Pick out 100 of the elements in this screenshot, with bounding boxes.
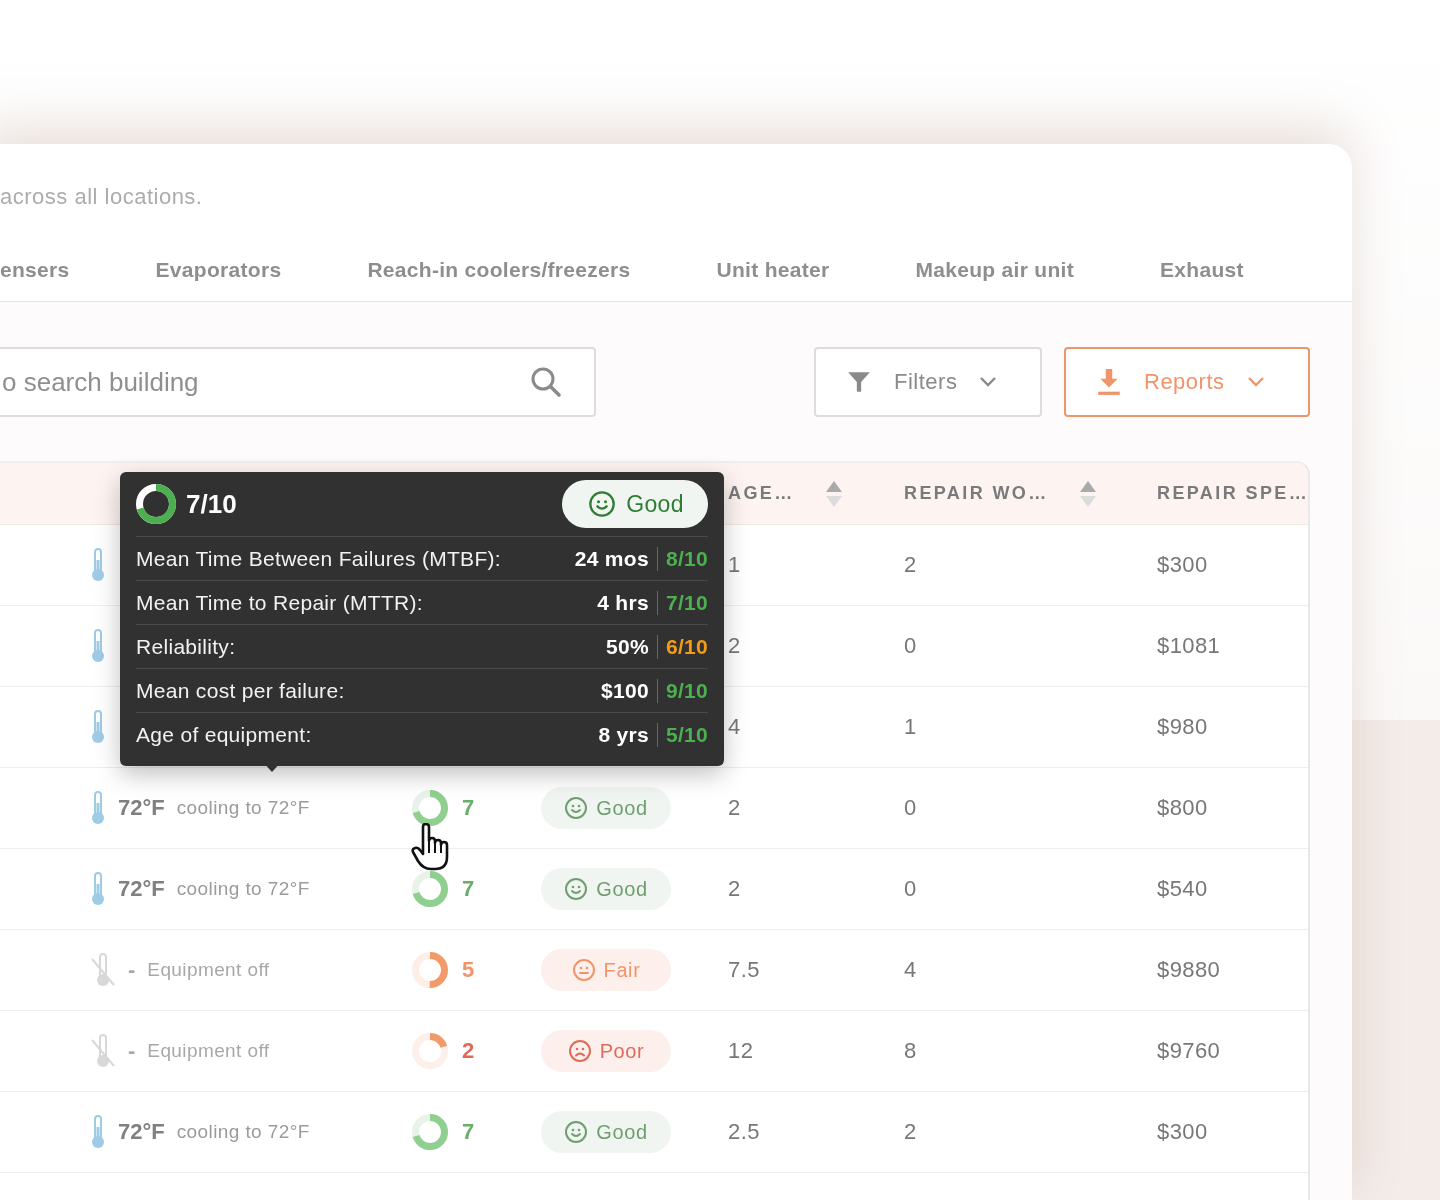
health-badge: Good xyxy=(541,787,671,829)
table-cell-text: $300 xyxy=(1157,1119,1209,1145)
tab[interactable]: Unit heater xyxy=(716,257,830,302)
health-ring xyxy=(412,790,448,826)
table-cell-text: 7.5 xyxy=(728,957,761,983)
thermometer-icon xyxy=(90,872,106,906)
health-badge: Good xyxy=(562,480,708,528)
search-icon xyxy=(530,366,562,398)
tab[interactable]: Exhaust xyxy=(1160,257,1244,302)
status-text: cooling to 72°F xyxy=(176,878,310,900)
metric-label: Mean Time Between Failures (MTBF): xyxy=(136,546,502,571)
chevron-down-icon xyxy=(979,376,998,388)
table-cell-text: 1 xyxy=(728,552,742,578)
table-cell-text: $9880 xyxy=(1157,957,1222,983)
health-badge: Poor xyxy=(541,1030,671,1072)
health-score: 7 xyxy=(462,876,475,902)
column-header[interactable]: REPAIR SPE… xyxy=(1157,483,1310,504)
health-badge: Good xyxy=(541,868,671,910)
table-cell-text: 12 xyxy=(728,1038,755,1064)
health-ring xyxy=(412,871,448,907)
table-cell-text: $1081 xyxy=(1157,633,1222,659)
health-score: 7 xyxy=(462,795,475,821)
status-text: cooling to 72°F xyxy=(176,1121,310,1143)
metric-label: Mean Time to Repair (MTTR): xyxy=(136,590,424,615)
metric-label: Mean cost per failure: xyxy=(136,678,346,703)
table-cell-text: $9760 xyxy=(1157,1038,1222,1064)
metric-score: 9/10 xyxy=(664,678,708,703)
table-cell-text: $980 xyxy=(1157,714,1209,740)
health-ring xyxy=(412,1114,448,1150)
table-cell-text: 8 xyxy=(904,1038,918,1064)
download-icon xyxy=(1096,368,1122,396)
temperature-text: - xyxy=(128,1038,136,1064)
hand-cursor-icon xyxy=(411,823,451,871)
table-cell-text: 0 xyxy=(904,795,918,821)
table-cell-text: 2 xyxy=(728,876,742,902)
health-score: 5 xyxy=(462,957,475,983)
metric-score: 8/10 xyxy=(664,546,708,571)
health-badge: Fair xyxy=(541,949,671,991)
metric-score: 5/10 xyxy=(664,722,708,747)
thermometer-icon xyxy=(90,710,106,744)
thermometer-icon xyxy=(90,1115,106,1149)
filters-button[interactable]: Filters xyxy=(814,347,1042,417)
thermometer-off-icon xyxy=(90,1034,116,1068)
table-cell-text: $540 xyxy=(1157,876,1209,902)
table-cell-text: 2 xyxy=(904,1119,918,1145)
table-cell-text: $300 xyxy=(1157,552,1209,578)
table-cell-text: 4 xyxy=(904,957,918,983)
status-text: cooling to 72°F xyxy=(176,797,310,819)
face-icon xyxy=(564,796,589,820)
metric-value: $100 xyxy=(601,678,658,703)
score-ring xyxy=(136,484,176,524)
thermometer-icon xyxy=(90,548,106,582)
face-icon xyxy=(571,958,596,982)
column-header[interactable]: AGE… xyxy=(728,479,904,508)
face-icon xyxy=(567,1039,592,1063)
temperature-text: 72°F xyxy=(118,795,165,821)
status-text: Equipment off xyxy=(147,959,270,981)
table-cell-text: 4 xyxy=(728,714,742,740)
table-cell-text: 1 xyxy=(904,714,918,740)
metric-score: 7/10 xyxy=(664,590,708,615)
tab[interactable]: Makeup air unit xyxy=(915,257,1075,302)
health-ring xyxy=(412,952,448,988)
table-cell-text: 2.5 xyxy=(728,1119,761,1145)
table-cell-text: 0 xyxy=(904,876,918,902)
metric-value: 4 hrs xyxy=(597,590,658,615)
metric-value: 50% xyxy=(606,634,658,659)
temperature-text: 72°F xyxy=(118,876,165,902)
health-badge: Good xyxy=(541,1111,671,1153)
reports-button[interactable]: Reports xyxy=(1064,347,1310,417)
chevron-down-icon xyxy=(1246,376,1265,388)
column-header[interactable]: REPAIR WO… xyxy=(904,479,1157,508)
metric-value: 24 mos xyxy=(574,546,658,571)
table-cell-text: 2 xyxy=(728,633,742,659)
thermometer-icon xyxy=(90,791,106,825)
table-cell-text: $800 xyxy=(1157,795,1209,821)
health-ring xyxy=(412,1033,448,1069)
face-icon xyxy=(564,1120,589,1144)
health-score: 2 xyxy=(462,1038,475,1064)
table-cell-text: 0 xyxy=(904,633,918,659)
health-score: 7 xyxy=(462,1119,475,1145)
table-cell-text: 2 xyxy=(904,552,918,578)
search-field[interactable]: o search building xyxy=(0,347,596,417)
temperature-text: - xyxy=(128,957,136,983)
tab[interactable]: Reach-in coolers/freezers xyxy=(367,257,631,302)
metric-label: Reliability: xyxy=(136,634,237,659)
face-icon xyxy=(564,877,589,901)
filter-icon xyxy=(846,369,872,395)
page-subtitle: across all locations. xyxy=(0,184,204,210)
thermometer-icon xyxy=(90,629,106,663)
face-icon xyxy=(588,490,617,518)
tab[interactable]: Evaporators xyxy=(155,257,282,302)
tab[interactable]: ensers xyxy=(0,257,70,302)
tooltip-score: 7/10 xyxy=(186,488,237,520)
table-cell-text: 2 xyxy=(728,795,742,821)
temperature-text: 72°F xyxy=(118,1119,165,1145)
metric-label: Age of equipment: xyxy=(136,722,313,747)
status-text: Equipment off xyxy=(147,1040,270,1062)
metric-value: 8 yrs xyxy=(598,722,658,747)
thermometer-off-icon xyxy=(90,953,116,987)
metric-score: 6/10 xyxy=(664,634,708,659)
